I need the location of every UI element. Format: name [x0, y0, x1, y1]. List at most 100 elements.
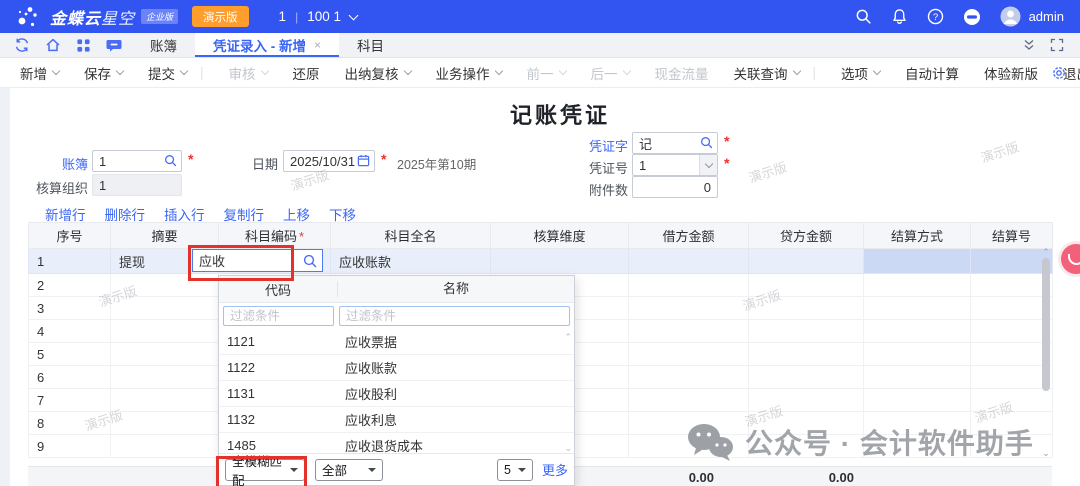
avatar[interactable] [1000, 6, 1021, 27]
empty-cell[interactable] [629, 366, 749, 389]
empty-cell[interactable] [864, 389, 971, 412]
business-operation-button[interactable]: 业务操作 [436, 63, 502, 83]
more-link[interactable]: 更多 [542, 460, 568, 479]
move-down-link[interactable]: 下移 [329, 204, 356, 224]
account-code-input[interactable]: 应收 [192, 249, 323, 272]
user-name[interactable]: admin [1029, 9, 1064, 24]
empty-cell[interactable] [111, 366, 219, 389]
tab-accounts[interactable]: 科目 [339, 33, 402, 57]
debit-cell[interactable] [629, 249, 749, 274]
scrollbar-thumb[interactable] [1042, 258, 1050, 391]
empty-cell[interactable] [864, 366, 971, 389]
copy-row-link[interactable]: 复制行 [224, 204, 265, 224]
voucher-number-field[interactable]: 1 [632, 154, 718, 176]
try-new-version-button[interactable]: 体验新版 [984, 63, 1038, 83]
help-icon[interactable]: ? [927, 8, 944, 25]
add-row-link[interactable]: 新增行 [45, 204, 86, 224]
empty-cell[interactable] [111, 343, 219, 366]
collapse-tabs-icon[interactable] [1022, 38, 1036, 52]
scroll-down-icon[interactable]: ⌄ [1040, 449, 1052, 458]
empty-cell[interactable] [864, 297, 971, 320]
restore-button[interactable]: 还原 [293, 63, 320, 83]
date-field[interactable]: 2025/10/31 [283, 150, 375, 172]
empty-cell[interactable] [111, 412, 219, 435]
save-button[interactable]: 保存 [84, 63, 123, 83]
tab-account-books[interactable]: 账簿 [132, 33, 195, 57]
attachment-count-field[interactable]: 0 [632, 176, 718, 198]
empty-cell[interactable] [749, 389, 864, 412]
empty-cell[interactable] [629, 274, 749, 297]
search-icon[interactable] [855, 8, 872, 25]
scroll-down-icon[interactable]: ⌄ [564, 444, 572, 453]
account-option[interactable]: 1122应收账款 [219, 355, 574, 381]
scroll-up-icon[interactable]: ⌃ [1040, 248, 1052, 257]
fullscreen-icon[interactable] [1050, 38, 1064, 52]
gear-icon[interactable] [1051, 65, 1067, 81]
empty-cell[interactable] [629, 435, 749, 458]
account-name-cell[interactable]: 应收账款 [331, 249, 491, 274]
move-up-link[interactable]: 上移 [283, 204, 310, 224]
page-size-select[interactable]: 5 [497, 459, 533, 481]
empty-cell[interactable] [749, 435, 864, 458]
empty-cell[interactable] [111, 389, 219, 412]
dimension-cell[interactable] [491, 249, 629, 274]
cashier-review-button[interactable]: 出纳复核 [345, 63, 411, 83]
empty-cell[interactable] [111, 297, 219, 320]
credit-cell[interactable] [749, 249, 864, 274]
empty-cell[interactable] [749, 343, 864, 366]
notification-bell-icon[interactable] [891, 8, 908, 25]
empty-cell[interactable] [629, 343, 749, 366]
account-option[interactable]: 1121应收票据 [219, 329, 574, 355]
empty-cell[interactable] [111, 320, 219, 343]
message-icon[interactable] [106, 37, 122, 53]
search-icon[interactable] [700, 136, 713, 149]
floating-assistant-button[interactable] [1058, 241, 1080, 277]
empty-cell[interactable] [749, 320, 864, 343]
match-mode-select[interactable]: 全模糊匹配 [225, 459, 305, 481]
insert-row-link[interactable]: 插入行 [164, 204, 205, 224]
scroll-up-icon[interactable]: ⌃ [564, 333, 572, 342]
empty-cell[interactable] [629, 297, 749, 320]
empty-cell[interactable] [864, 435, 971, 458]
search-icon[interactable] [303, 254, 317, 268]
close-tab-icon[interactable]: × [314, 38, 321, 52]
auto-calculate-button[interactable]: 自动计算 [905, 63, 959, 83]
empty-cell[interactable] [749, 412, 864, 435]
home-icon[interactable] [45, 37, 61, 53]
empty-cell[interactable] [111, 274, 219, 297]
switch-workspace-icon[interactable] [14, 37, 30, 53]
empty-cell[interactable] [864, 320, 971, 343]
related-query-button[interactable]: 关联查询 [734, 63, 800, 83]
entry-row-1[interactable]: 1 提现 应收账款 [29, 249, 1053, 274]
empty-cell[interactable] [629, 412, 749, 435]
tab-voucher-entry-new[interactable]: 凭证录入 - 新增 × [195, 33, 339, 57]
code-filter-input[interactable] [223, 306, 334, 326]
org-switcher[interactable]: 1 | 100 1 [279, 9, 357, 24]
voucher-word-field[interactable]: 记 [632, 132, 718, 154]
submit-button[interactable]: 提交 [148, 63, 187, 83]
chevron-down-icon[interactable] [699, 155, 717, 175]
empty-cell[interactable] [864, 412, 971, 435]
vertical-scrollbar[interactable]: ⌃ ⌄ [1040, 248, 1052, 458]
scope-select[interactable]: 全部 [315, 459, 383, 481]
empty-cell[interactable] [864, 343, 971, 366]
settle-method-cell[interactable] [864, 249, 971, 274]
options-button[interactable]: 选项 [841, 63, 880, 83]
account-option[interactable]: 1131应收股利 [219, 381, 574, 407]
search-icon[interactable] [164, 154, 177, 167]
delete-row-link[interactable]: 删除行 [105, 204, 146, 224]
empty-cell[interactable] [629, 320, 749, 343]
empty-cell[interactable] [111, 435, 219, 458]
account-option[interactable]: 1132应收利息 [219, 407, 574, 433]
calendar-icon[interactable] [357, 154, 370, 167]
new-button[interactable]: 新增 [20, 63, 59, 83]
empty-cell[interactable] [749, 366, 864, 389]
do-not-disturb-toggle-icon[interactable] [963, 8, 981, 26]
empty-cell[interactable] [864, 274, 971, 297]
empty-cell[interactable] [629, 389, 749, 412]
empty-cell[interactable] [749, 297, 864, 320]
apps-grid-icon[interactable] [76, 38, 91, 53]
book-field[interactable]: 1 [92, 150, 182, 172]
name-filter-input[interactable] [339, 306, 570, 326]
empty-cell[interactable] [749, 274, 864, 297]
